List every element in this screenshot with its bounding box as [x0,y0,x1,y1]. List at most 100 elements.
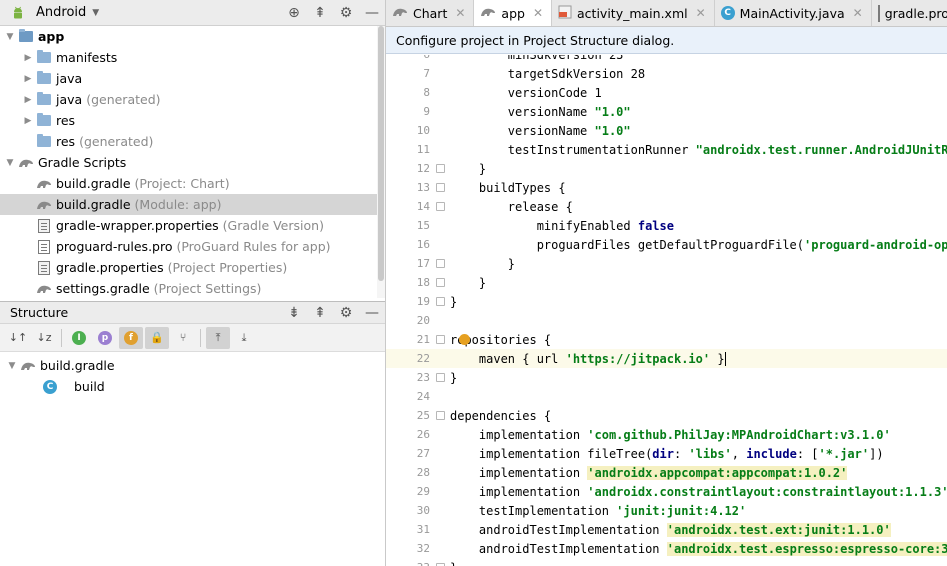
collapsed-arrow-icon[interactable]: ▶ [22,116,34,126]
code-line[interactable]: 22 maven { url 'https://jitpack.io' } [386,349,947,368]
tree-item-gradle-wrapper[interactable]: gradle-wrapper.properties (Gradle Versio… [0,215,385,236]
collapsed-arrow-icon[interactable]: ▶ [22,95,34,105]
collapsed-arrow-icon[interactable]: ▶ [22,53,34,63]
code-line[interactable]: 30 testImplementation 'junit:junit:4.12' [386,501,947,520]
code-text: } [450,161,487,176]
code-line[interactable]: 18 } [386,273,947,292]
code-line[interactable]: 23} [386,368,947,387]
close-icon[interactable]: ✕ [696,6,706,20]
fold-marker-icon[interactable] [436,278,445,287]
code-editor[interactable]: 6 minSdkVersion 237 targetSdkVersion 288… [386,55,947,566]
tree-item-gradle-scripts[interactable]: ▼ Gradle Scripts [0,152,385,173]
gear-icon[interactable]: ⚙ [333,5,359,21]
show-non-public-icon[interactable]: 🔒 [145,326,169,349]
code-line[interactable]: 12 } [386,159,947,178]
show-lambdas-icon[interactable]: ⑂ [171,327,195,349]
hide-icon[interactable]: — [359,5,385,21]
autoscroll-from-source-icon[interactable]: ⤓ [232,327,256,349]
tree-item-gradle-properties[interactable]: gradle.properties (Project Properties) [0,257,385,278]
code-line[interactable]: 11 testInstrumentationRunner "androidx.t… [386,140,947,159]
code-line[interactable]: 6 minSdkVersion 23 [386,55,947,64]
fold-marker-icon[interactable] [436,373,445,382]
gradle-icon [36,198,52,212]
res-folder-icon [36,134,52,149]
project-structure-notice[interactable]: Configure project in Project Structure d… [386,27,947,54]
sort-by-visibility-icon[interactable]: ↓↑ [6,327,30,349]
code-line[interactable]: 8 versionCode 1 [386,83,947,102]
tree-item-proguard-rules[interactable]: proguard-rules.pro (ProGuard Rules for a… [0,236,385,257]
project-view-selector[interactable]: Android [36,5,86,20]
collapse-all-icon[interactable]: ⇞ [307,5,333,21]
tab-mainactivity-java[interactable]: C MainActivity.java ✕ [715,0,872,26]
tree-item-app[interactable]: ▼ app [0,26,385,47]
close-icon[interactable]: ✕ [455,6,465,20]
code-line[interactable]: 33} [386,558,947,566]
code-line[interactable]: 9 versionName "1.0" [386,102,947,121]
code-line[interactable]: 26 implementation 'com.github.PhilJay:MP… [386,425,947,444]
sort-alphabetically-icon[interactable]: ↓z [32,327,56,349]
code-line[interactable]: 24 [386,387,947,406]
code-line[interactable]: 13 buildTypes { [386,178,947,197]
hide-icon[interactable]: — [359,305,385,321]
fold-marker-icon[interactable] [436,202,445,211]
show-properties-icon[interactable]: p [93,327,117,349]
show-inherited-icon[interactable]: I [67,327,91,349]
line-number: 23 [416,371,430,384]
collapsed-arrow-icon[interactable]: ▶ [22,74,34,84]
code-text: implementation fileTree(dir: 'libs', inc… [450,446,884,461]
code-line[interactable]: 28 implementation 'androidx.appcompat:ap… [386,463,947,482]
tree-item-java[interactable]: ▶ java [0,68,385,89]
structure-item-build[interactable]: C build [0,376,385,397]
code-line[interactable]: 14 release { [386,197,947,216]
structure-item-build-gradle[interactable]: ▼ build.gradle [0,355,385,376]
fold-marker-icon[interactable] [436,411,445,420]
code-line[interactable]: 27 implementation fileTree(dir: 'libs', … [386,444,947,463]
tab-app[interactable]: app ✕ [474,0,553,26]
tree-item-res-generated[interactable]: res (generated) [0,131,385,152]
code-line[interactable]: 10 versionName "1.0" [386,121,947,140]
expanded-arrow-icon[interactable]: ▼ [6,361,18,371]
code-line[interactable]: 31 androidTestImplementation 'androidx.t… [386,520,947,539]
intention-bulb-icon[interactable] [459,334,470,345]
tree-item-build-gradle-project[interactable]: build.gradle (Project: Chart) [0,173,385,194]
code-line[interactable]: 29 implementation 'androidx.constraintla… [386,482,947,501]
fold-marker-icon[interactable] [436,183,445,192]
expanded-arrow-icon[interactable]: ▼ [4,158,16,168]
close-icon[interactable]: ✕ [533,6,543,20]
code-line[interactable]: 17 } [386,254,947,273]
fold-marker-icon[interactable] [436,297,445,306]
fold-marker-icon[interactable] [436,164,445,173]
expanded-arrow-icon[interactable]: ▼ [4,32,16,42]
collapse-all-icon[interactable]: ⇞ [307,305,333,321]
expand-all-icon[interactable]: ⇟ [281,305,307,321]
tab-activity-main-xml[interactable]: activity_main.xml ✕ [552,0,715,26]
code-line[interactable]: 7 targetSdkVersion 28 [386,64,947,83]
tree-item-res[interactable]: ▶ res [0,110,385,131]
locate-icon[interactable]: ⊕ [281,5,307,21]
line-number: 10 [416,124,430,137]
autoscroll-to-source-icon[interactable]: ⤒ [206,326,230,349]
code-line[interactable]: 16 proguardFiles getDefaultProguardFile(… [386,235,947,254]
code-line[interactable]: 21 repositories { [386,330,947,349]
code-line[interactable]: 32 androidTestImplementation 'androidx.t… [386,539,947,558]
tree-item-build-gradle-module[interactable]: build.gradle (Module: app) [0,194,385,215]
tree-item-manifests[interactable]: ▶ manifests [0,47,385,68]
tree-item-java-generated[interactable]: ▶ java (generated) [0,89,385,110]
chevron-down-icon[interactable]: ▼ [92,8,99,18]
project-scrollbar[interactable] [377,26,385,298]
tab-chart[interactable]: Chart ✕ [386,0,475,26]
gear-icon[interactable]: ⚙ [333,305,359,321]
code-text: androidTestImplementation 'androidx.test… [450,522,891,537]
code-line[interactable]: 15 minifyEnabled false [386,216,947,235]
tab-gradle-properties[interactable]: gradle.properties [872,0,947,26]
code-line[interactable]: 19} [386,292,947,311]
show-fields-icon[interactable]: f [119,326,143,349]
code-line[interactable]: 25 dependencies { [386,406,947,425]
code-line[interactable]: 20 [386,311,947,330]
line-number: 29 [416,485,430,498]
fold-marker-icon[interactable] [436,259,445,268]
fold-marker-icon[interactable] [436,335,445,344]
tree-item-settings-gradle[interactable]: settings.gradle (Project Settings) [0,278,385,299]
line-number: 16 [416,238,430,251]
close-icon[interactable]: ✕ [853,6,863,20]
